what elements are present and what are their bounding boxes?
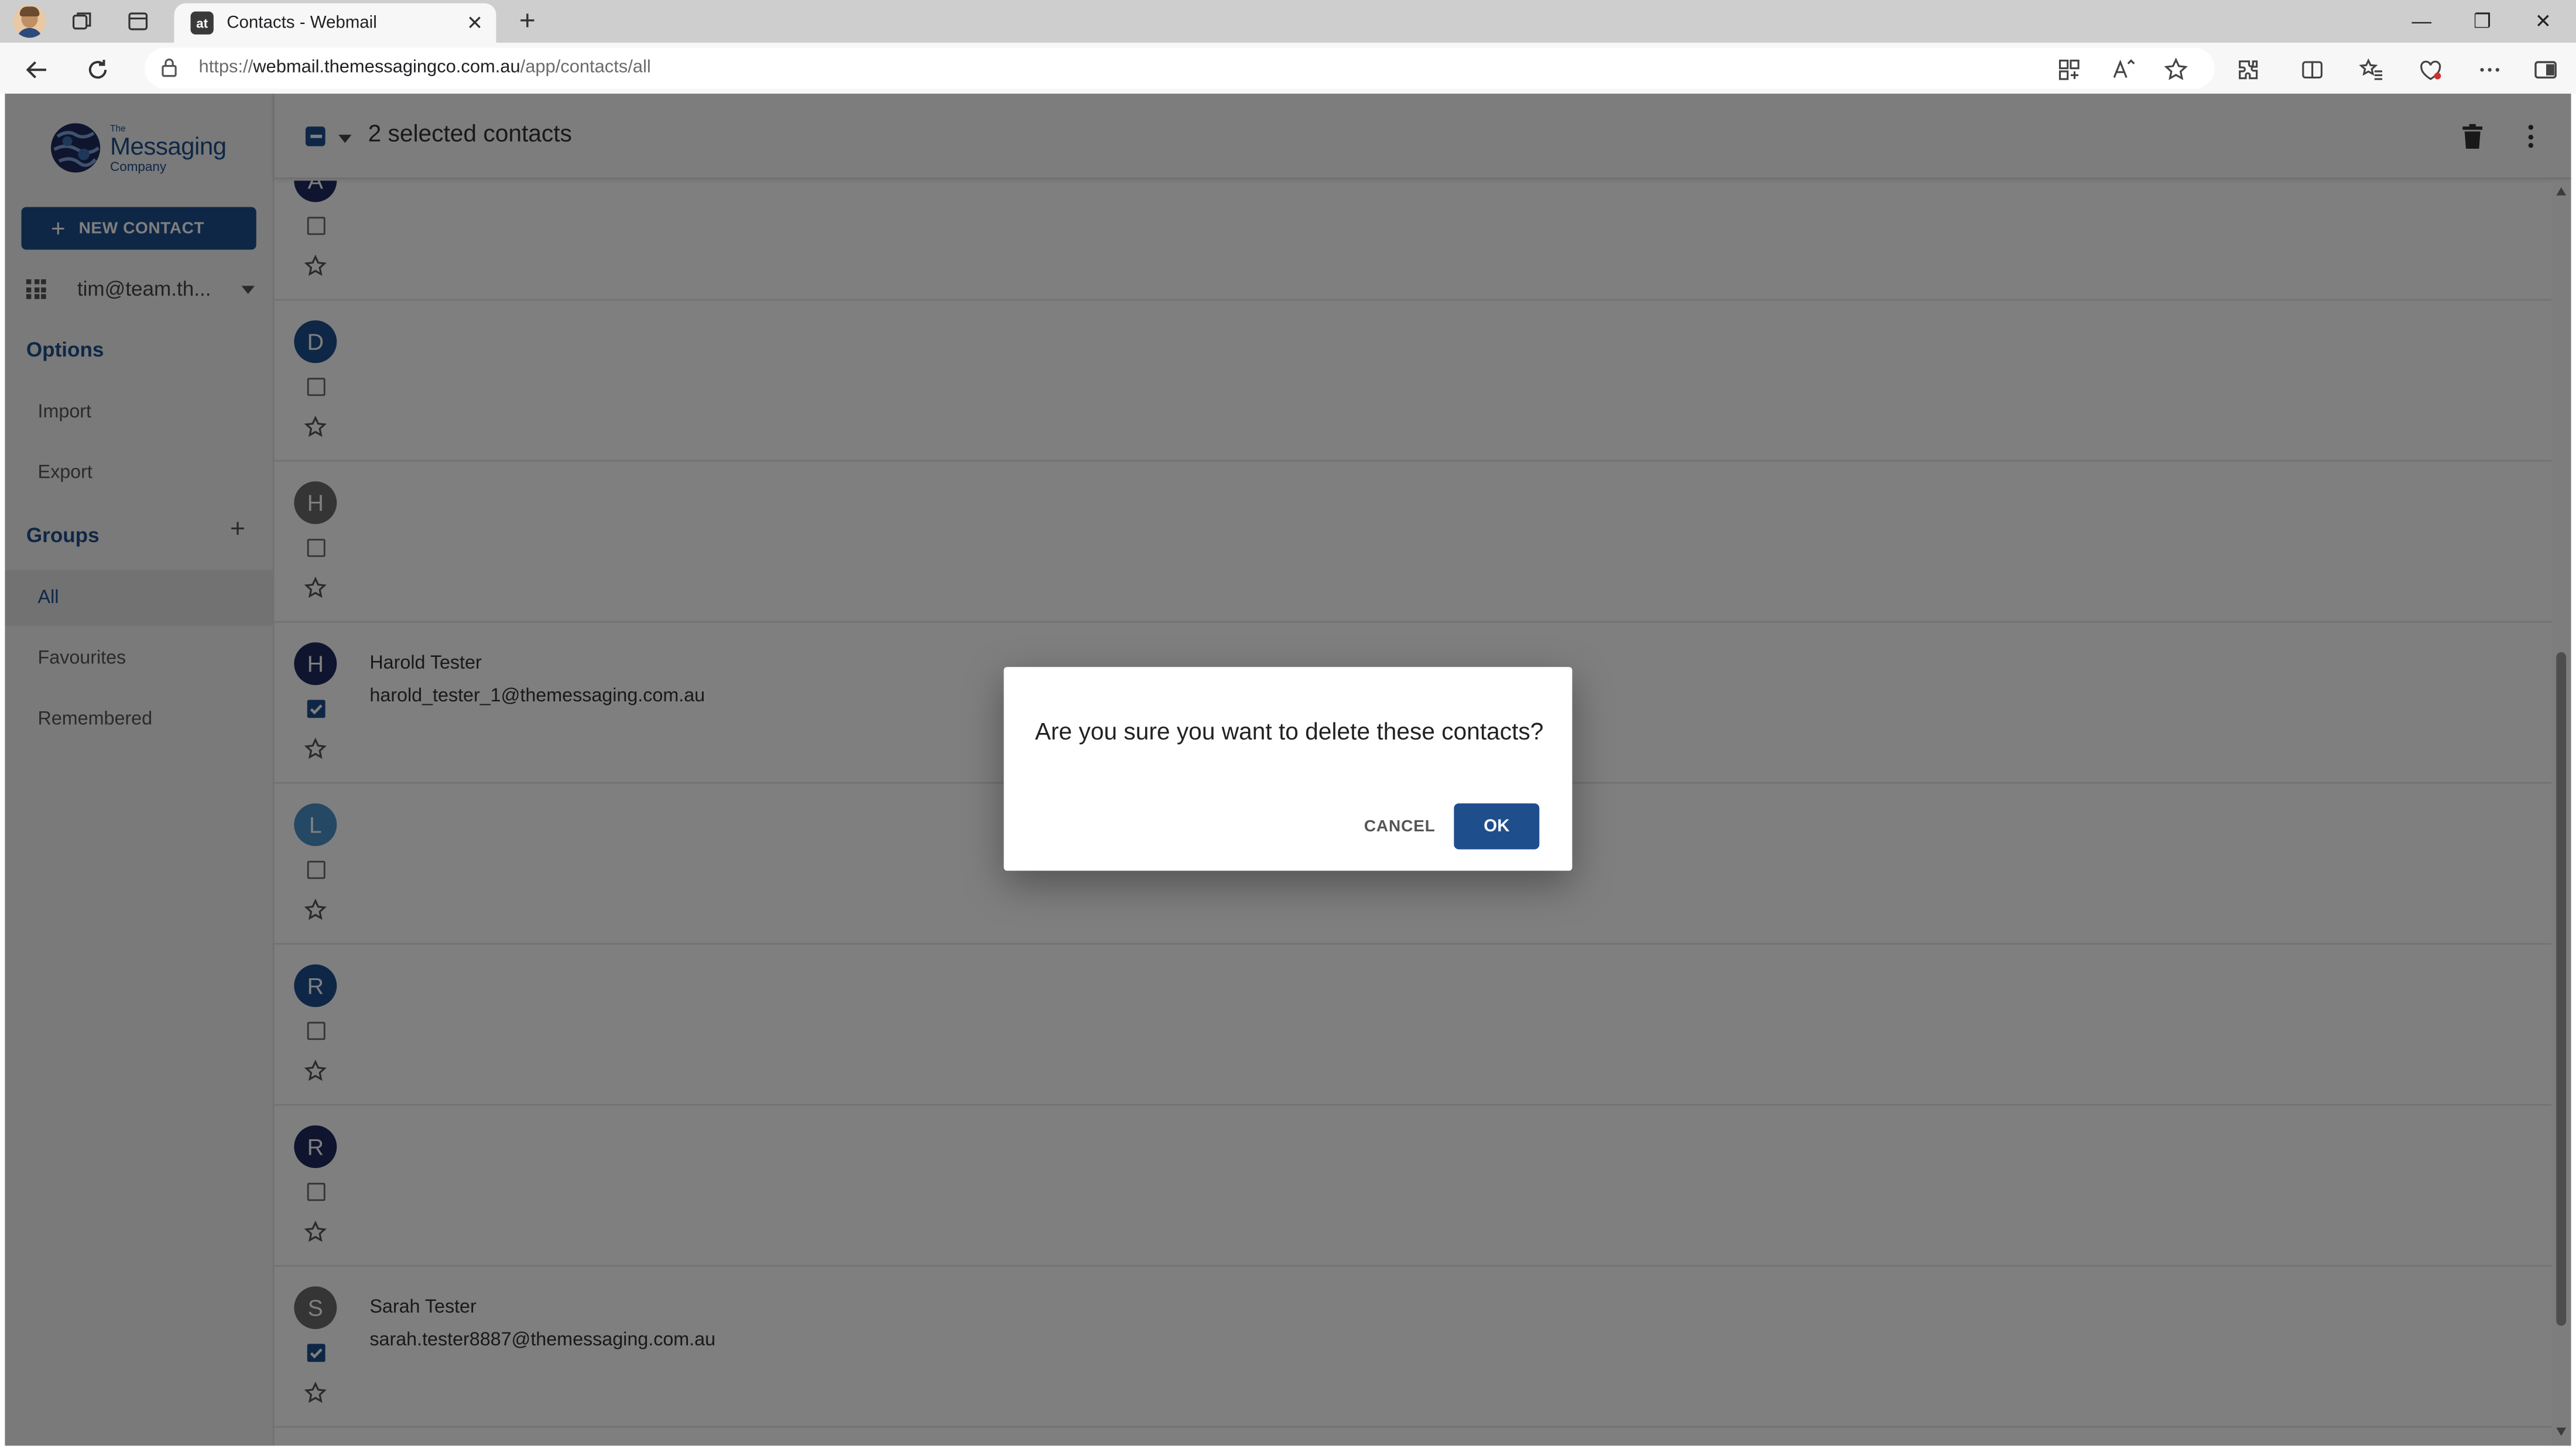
ok-button[interactable]: OK [1454,803,1540,849]
tab-actions-icon[interactable] [123,6,153,36]
app-available-icon[interactable] [2052,53,2085,85]
settings-more-icon[interactable] [2472,53,2505,85]
delete-confirm-dialog: Are you sure you want to delete these co… [1003,667,1573,871]
address-bar[interactable]: https://webmail.themessagingco.com.au/ap… [144,47,2215,89]
sidebar-toggle-icon[interactable] [2529,53,2561,85]
back-icon[interactable] [20,53,53,85]
refresh-icon[interactable] [80,53,113,85]
favorite-star-icon[interactable] [2159,53,2191,85]
tab-title: Contacts - Webmail [227,13,377,33]
favorites-icon[interactable] [2354,53,2387,85]
window-close-icon[interactable]: ✕ [2527,5,2560,37]
extensions-icon[interactable] [2231,53,2264,85]
minimize-icon[interactable]: — [2405,5,2438,37]
url-text[interactable]: https://webmail.themessagingco.com.au/ap… [199,57,651,77]
profile-avatar-icon[interactable] [13,5,46,38]
browser-tabstrip: at Contacts - Webmail ✕ + — ❐ ✕ [0,0,2576,43]
tab-contacts[interactable]: at Contacts - Webmail ✕ [174,3,496,43]
tab-favicon-icon: at [190,11,214,35]
restore-icon[interactable]: ❐ [2466,5,2499,37]
read-aloud-icon[interactable] [2106,53,2139,85]
lock-icon[interactable] [157,56,180,78]
workspaces-icon[interactable] [67,6,97,36]
dialog-message: Are you sure you want to delete these co… [1034,720,1544,746]
tab-close-icon[interactable]: ✕ [463,12,486,35]
browser-essentials-icon[interactable] [2413,53,2446,85]
screen: at Contacts - Webmail ✕ + — ❐ ✕ https://… [0,0,2576,1449]
split-screen-icon[interactable] [2295,53,2328,85]
cancel-button[interactable]: CANCEL [1352,805,1447,848]
new-tab-icon[interactable]: + [513,5,543,36]
browser-toolbar: https://webmail.themessagingco.com.au/ap… [0,42,2576,94]
